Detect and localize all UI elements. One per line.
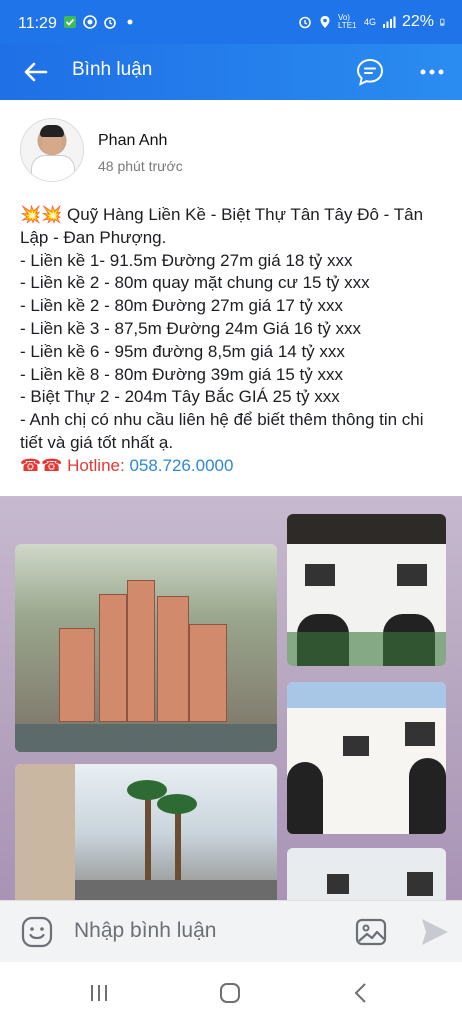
- dot-icon: [127, 19, 133, 25]
- page-title: Bình luận: [72, 59, 153, 80]
- home-icon[interactable]: [219, 982, 241, 1004]
- shield-icon: [83, 15, 97, 29]
- more-options-icon[interactable]: [416, 56, 448, 88]
- photo-villa-facade-1[interactable]: [287, 514, 446, 666]
- post-body: 💥💥 Quỹ Hàng Liền Kề - Biệt Thự Tân Tây Đ…: [20, 204, 444, 478]
- comment-bar: Nhập bình luận: [0, 900, 462, 963]
- image-gallery: [0, 496, 462, 900]
- image-picker-icon[interactable]: [354, 915, 388, 949]
- alarm-clock-icon: [299, 16, 311, 29]
- photo-palm-street[interactable]: [15, 764, 277, 900]
- post-header: Phan Anh 48 phút trước: [20, 118, 440, 184]
- notification-icons: [63, 15, 137, 29]
- post-line: - Biệt Thự 2 - 204m Tây Bắc GIÁ 25 tỷ xx…: [20, 387, 340, 407]
- chat-bubble-icon[interactable]: [354, 56, 386, 88]
- hotline-label: ☎☎ Hotline:: [20, 455, 130, 475]
- battery-percent: 22%: [401, 13, 434, 30]
- post-line: 💥💥 Quỹ Hàng Liền Kề - Biệt Thự Tân Tây Đ…: [20, 205, 424, 247]
- photo-villa-facade-3[interactable]: [287, 848, 446, 900]
- recent-apps-icon[interactable]: [88, 982, 110, 1004]
- photo-aerial-towers[interactable]: [15, 544, 277, 752]
- signal-icon: [382, 16, 396, 28]
- status-time: 11:29: [18, 15, 57, 32]
- post-line: - Liền kề 2 - 80m Đường 27m giá 17 tỷ xx…: [20, 296, 343, 316]
- check-box-icon: [64, 16, 76, 28]
- send-icon[interactable]: [420, 915, 450, 949]
- post-line: - Liền kề 3 - 87,5m Đường 24m Giá 16 tỷ …: [20, 318, 361, 338]
- lte-label: Vo) LTE1: [337, 13, 357, 30]
- post-line: - Liền kề 1- 91.5m Đường 27m giá 18 tỷ x…: [20, 250, 353, 270]
- hotline-number-link[interactable]: 058.726.0000: [129, 456, 233, 475]
- post-line: - Liền kề 2 - 80m quay mặt chung cư 15 t…: [20, 273, 370, 293]
- post-timestamp: 48 phút trước: [98, 158, 183, 174]
- back-arrow-icon[interactable]: [20, 56, 52, 88]
- author-name[interactable]: Phan Anh: [98, 132, 167, 150]
- system-nav-bar: [0, 962, 462, 1024]
- comment-input[interactable]: Nhập bình luận: [74, 919, 216, 943]
- location-icon: [320, 16, 330, 28]
- network-type: 4G: [363, 17, 376, 27]
- status-bar: 11:29 Vo) LTE1 4G 22%: [0, 0, 462, 44]
- photo-villa-facade-2[interactable]: [287, 682, 446, 834]
- post-line: - Anh chị có nhu cầu liên hệ để biết thê…: [20, 410, 424, 452]
- alarm-icon: [104, 17, 116, 29]
- hotline-line: ☎☎ Hotline: 058.726.0000: [20, 455, 444, 478]
- post-line: - Liền kề 8 - 80m Đường 39m giá 15 tỷ xx…: [20, 364, 343, 384]
- post-line: - Liền kề 6 - 95m đường 8,5m giá 14 tỷ x…: [20, 341, 345, 361]
- emoji-icon[interactable]: [20, 915, 54, 949]
- back-nav-icon[interactable]: [350, 982, 372, 1004]
- battery-icon: [440, 18, 445, 26]
- app-bar: Bình luận: [0, 44, 462, 100]
- system-icons: Vo) LTE1 4G 22%: [298, 13, 448, 31]
- avatar[interactable]: [20, 118, 84, 182]
